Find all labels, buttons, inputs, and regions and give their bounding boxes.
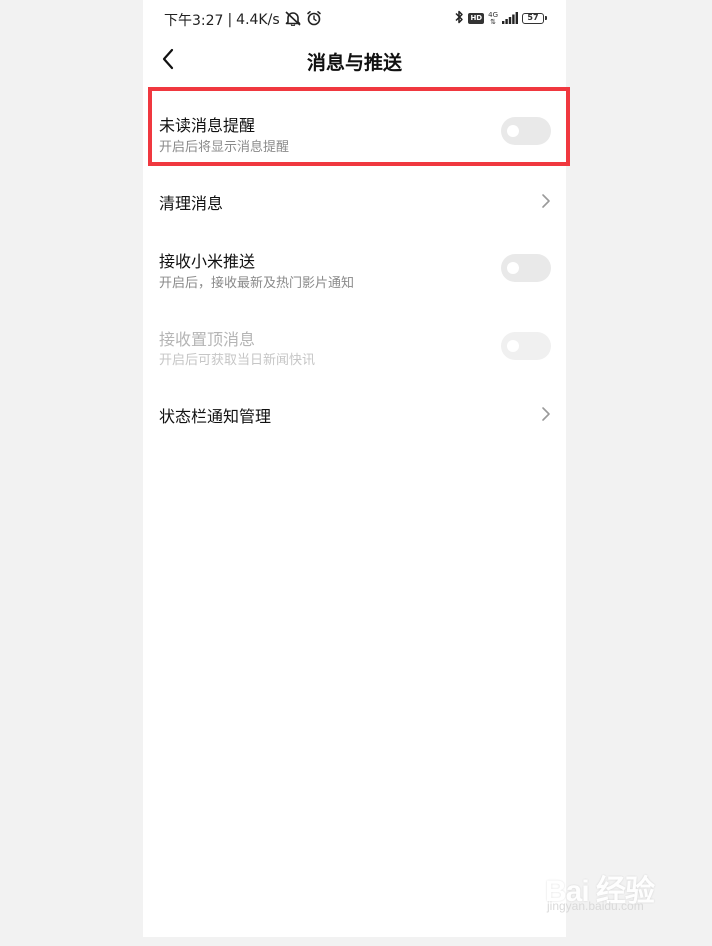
hd-badge: HD: [468, 13, 485, 24]
toggle-knob: [507, 340, 519, 352]
watermark: Bai 经验 jingyan.baidu.com: [545, 866, 685, 916]
alarm-off-icon: [284, 10, 302, 30]
setting-clear-messages[interactable]: 清理消息: [143, 172, 566, 228]
alarm-clock-icon: [306, 10, 322, 30]
status-right: HD 4G ⇅ 57: [454, 9, 547, 28]
setting-subtitle: 开启后，接收最新及热门影片通知: [159, 276, 355, 291]
chevron-right-icon: [540, 193, 552, 209]
page-title: 消息与推送: [306, 52, 402, 74]
setting-xiaomi-push[interactable]: 接收小米推送 开启后，接收最新及热门影片通知: [143, 233, 566, 303]
setting-unread-reminder[interactable]: 未读消息提醒 开启后将显示消息提醒: [143, 97, 566, 163]
setting-title: 状态栏通知管理: [159, 407, 272, 426]
toggle-knob: [507, 125, 519, 137]
data-arrows-icon: ⇅: [490, 17, 496, 26]
bluetooth-icon: [454, 9, 464, 28]
status-separator: |: [227, 12, 233, 28]
setting-title: 接收小米推送: [159, 252, 256, 271]
setting-title: 未读消息提醒: [159, 116, 256, 135]
setting-title: 接收置顶消息: [159, 330, 256, 349]
status-bar: 下午3:27 | 4.4K/s HD 4G ⇅ 57: [143, 0, 566, 38]
status-left: 下午3:27 | 4.4K/s: [164, 10, 322, 30]
signal-icon: [502, 9, 518, 28]
chevron-right-icon: [540, 406, 552, 422]
watermark-url: jingyan.baidu.com: [547, 899, 644, 913]
network-type: 4G ⇅: [488, 11, 498, 26]
xiaomi-push-toggle[interactable]: [501, 254, 551, 282]
setting-subtitle: 开启后可获取当日新闻快讯: [159, 353, 316, 368]
toggle-knob: [507, 262, 519, 274]
phone-screen: 下午3:27 | 4.4K/s HD 4G ⇅ 57 消息与推送 未读消息提醒 …: [143, 0, 566, 937]
app-header: 消息与推送: [143, 38, 566, 84]
unread-reminder-toggle[interactable]: [501, 117, 551, 145]
setting-statusbar-notifications[interactable]: 状态栏通知管理: [143, 386, 566, 442]
status-net-speed: 4.4K/s: [236, 12, 280, 28]
setting-pinned-messages: 接收置顶消息 开启后可获取当日新闻快讯: [143, 311, 566, 381]
setting-title: 清理消息: [159, 194, 224, 213]
setting-subtitle: 开启后将显示消息提醒: [159, 140, 290, 155]
battery-icon: 57: [522, 13, 547, 24]
status-time: 下午3:27: [164, 13, 224, 29]
pinned-messages-toggle: [501, 332, 551, 360]
battery-level: 57: [527, 13, 539, 22]
